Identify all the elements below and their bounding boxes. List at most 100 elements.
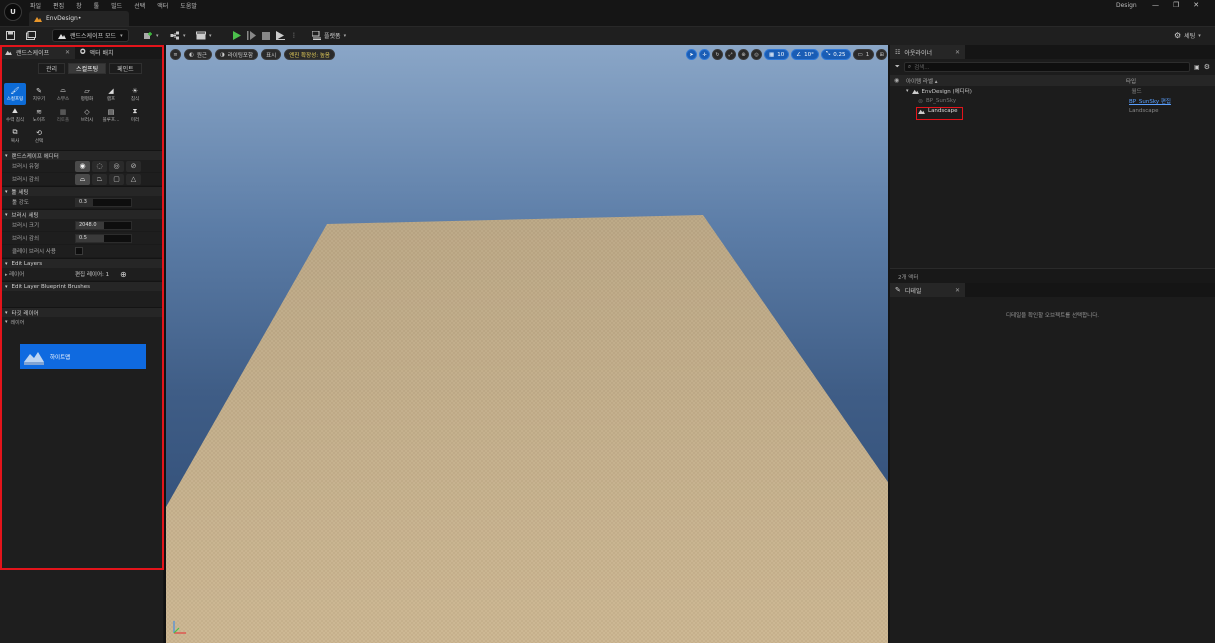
section-brush-settings[interactable]: ▾ 브러시 세팅 <box>0 209 163 219</box>
tool-hydro-erosion[interactable]: ⛰ 수력 침식 <box>4 104 26 126</box>
stop-icon[interactable] <box>262 31 270 40</box>
tool-blueprint[interactable]: ▤ 블루프... <box>100 104 122 126</box>
add-actor-button[interactable]: ▾ <box>143 26 159 45</box>
scalability-badge[interactable]: 엔진 확장성: 높음 <box>284 49 335 60</box>
outliner-search-input[interactable]: ⌕ 검색... <box>903 62 1191 72</box>
more-options-icon[interactable]: ⋮ <box>291 32 297 39</box>
tool-strength-slider[interactable]: 0.3 <box>75 197 132 207</box>
section-edit-layer-bp[interactable]: ▾ Edit Layer Blueprint Brushes <box>0 281 163 291</box>
scale-snap-button[interactable]: ⤡ 0.25 <box>820 49 851 60</box>
menu-tools[interactable]: 툴 <box>94 1 100 10</box>
brush-size-slider[interactable]: 2048.0 <box>75 220 132 230</box>
tab-details[interactable]: ✎ 디테일 ✕ <box>890 283 965 297</box>
tool-mirror[interactable]: ⧗ 미러 <box>124 104 146 126</box>
perspective-button[interactable]: ◐ 원근 <box>184 49 212 60</box>
blueprint-button[interactable]: ▾ <box>170 26 186 45</box>
surface-snap-icon[interactable]: ◎ <box>751 49 762 60</box>
target-layers-sub[interactable]: ▾ 레이어 <box>0 317 163 327</box>
level-tab[interactable]: EnvDesign• <box>29 11 129 26</box>
landscape-plane[interactable] <box>166 45 888 643</box>
brush-alpha-button[interactable]: ◌ <box>92 160 107 172</box>
close-button[interactable]: ✕ <box>1193 1 1199 9</box>
viewport-menu-icon[interactable]: ≡ <box>170 49 181 60</box>
tab-sculpt[interactable]: 스컬프팅 <box>68 63 107 74</box>
platforms-button[interactable]: 플랫폼 ▾ <box>312 26 346 45</box>
tool-select[interactable]: ⟲ 선택 <box>28 125 50 147</box>
tab-outliner[interactable]: ☷ 아웃라이너 ✕ <box>890 45 965 59</box>
content-browser-button[interactable] <box>26 26 36 45</box>
section-tool-settings[interactable]: ▾ 툴 세팅 <box>0 186 163 196</box>
layers-label[interactable]: ▸ 레이어 <box>0 270 75 278</box>
close-tab-icon[interactable]: ✕ <box>65 49 70 56</box>
menu-select[interactable]: 선택 <box>134 1 145 10</box>
menu-window[interactable]: 창 <box>76 1 82 10</box>
falloff-tip-button[interactable]: △ <box>126 173 141 185</box>
select-mode-icon[interactable]: ➤ <box>686 49 697 60</box>
tab-manage[interactable]: 관리 <box>38 63 66 74</box>
tool-noise[interactable]: ≋ 노이즈 <box>28 104 50 126</box>
section-edit-layers[interactable]: ▾ Edit Layers <box>0 258 163 268</box>
tool-sculpt[interactable]: 🖌 스컬프팅 <box>4 83 26 105</box>
close-tab-icon[interactable]: ✕ <box>955 49 960 56</box>
edit-bp-sunsky-link[interactable]: BP_SunSky 편집 <box>1129 97 1171 105</box>
tool-copy[interactable]: ⧉ 복사 <box>4 125 26 147</box>
heightmap-layer[interactable]: 하이트맵 <box>20 344 146 369</box>
col-type[interactable]: 타입 <box>1126 77 1136 85</box>
unreal-logo-icon[interactable]: U <box>4 3 22 21</box>
rotation-snap-button[interactable]: ∠ 10° <box>791 49 819 60</box>
tree-row-bp-sunsky[interactable]: ⊚ BP_SunSky BP_SunSky 편집 <box>890 96 1215 106</box>
scale-icon[interactable]: ⤢ <box>725 49 736 60</box>
add-folder-icon[interactable]: ▣ <box>1194 64 1200 71</box>
launch-icon[interactable] <box>276 31 285 40</box>
tool-ramp[interactable]: ◢ 램프 <box>100 83 122 105</box>
translate-icon[interactable]: ✛ <box>699 49 710 60</box>
section-target-layers[interactable]: ▾ 타깃 레이어 <box>0 307 163 317</box>
falloff-smooth-button[interactable]: ⌓ <box>75 173 90 185</box>
tab-landscape[interactable]: 랜드스케이프 ✕ <box>0 45 75 59</box>
tab-place-actors[interactable]: 🞉 액터 배치 <box>75 45 119 59</box>
camera-speed-button[interactable]: ▭ 1 <box>852 49 875 60</box>
brush-pattern-button[interactable]: ◎ <box>109 160 124 172</box>
section-landscape-editor[interactable]: ▾ 랜드스케이프 에디터 <box>0 150 163 160</box>
brush-component-button[interactable]: ⊘ <box>126 160 141 172</box>
lit-button[interactable]: ◑ 라이팅포함 <box>214 49 259 60</box>
play-icon[interactable] <box>233 31 241 40</box>
tree-row-world[interactable]: ▾ EnvDesign (에디터) 월드 <box>890 86 1215 96</box>
close-tab-icon[interactable]: ✕ <box>955 287 960 294</box>
settings-button[interactable]: ⚙ 세팅 ▾ <box>1174 26 1201 45</box>
brush-falloff-slider[interactable]: 0.5 <box>75 233 132 243</box>
rotate-icon[interactable]: ↻ <box>712 49 723 60</box>
eye-icon[interactable]: ◉ <box>894 77 906 84</box>
step-icon[interactable] <box>247 31 256 40</box>
brush-circle-button[interactable]: ◉ <box>75 160 90 172</box>
world-space-icon[interactable]: ⊕ <box>738 49 749 60</box>
viewport-layout-icon[interactable]: ⊞ <box>876 49 888 60</box>
menu-help[interactable]: 도움말 <box>180 1 197 10</box>
save-button[interactable] <box>6 26 15 45</box>
menu-actor[interactable]: 액터 <box>157 1 168 10</box>
menu-file[interactable]: 파일 <box>30 1 41 10</box>
tab-paint[interactable]: 페인트 <box>109 63 142 74</box>
tool-erase[interactable]: ✎ 지우기 <box>28 83 50 105</box>
tool-visibility[interactable]: ◇ 브러시 <box>76 104 98 126</box>
menu-build[interactable]: 빌드 <box>111 1 122 10</box>
tool-retopologize[interactable]: ▦ 리토폴 <box>52 104 74 126</box>
filter-icon[interactable]: ⏷ <box>895 63 900 71</box>
falloff-spherical-button[interactable]: ▢ <box>109 173 124 185</box>
tool-smooth[interactable]: ⌓ 스무스 <box>52 83 74 105</box>
grid-snap-button[interactable]: ▦ 10 <box>764 49 790 60</box>
tool-flatten[interactable]: ⏥ 평평화 <box>76 83 98 105</box>
maximize-button[interactable]: ❐ <box>1173 1 1179 9</box>
minimize-button[interactable]: — <box>1152 1 1159 9</box>
cinematics-button[interactable]: ▾ <box>196 26 212 45</box>
falloff-linear-button[interactable]: ⏢ <box>92 173 107 185</box>
outliner-settings-icon[interactable]: ⚙ <box>1204 63 1210 71</box>
mode-dropdown[interactable]: 랜드스케이프 모드 ▾ <box>52 29 129 42</box>
add-layer-icon[interactable]: ⊕ <box>120 270 127 279</box>
tool-erosion[interactable]: ☀ 침식 <box>124 83 146 105</box>
clay-brush-checkbox[interactable] <box>75 247 83 255</box>
show-button[interactable]: 표시 <box>261 49 282 60</box>
menu-edit[interactable]: 편집 <box>53 1 64 10</box>
col-item-label[interactable]: 아이템 라벨 ▴ <box>906 77 1126 85</box>
level-viewport[interactable]: ≡ ◐ 원근 ◑ 라이팅포함 표시 엔진 확장성: 높음 ➤ ✛ ↻ ⤢ ⊕ ◎ ▦… <box>164 45 888 643</box>
